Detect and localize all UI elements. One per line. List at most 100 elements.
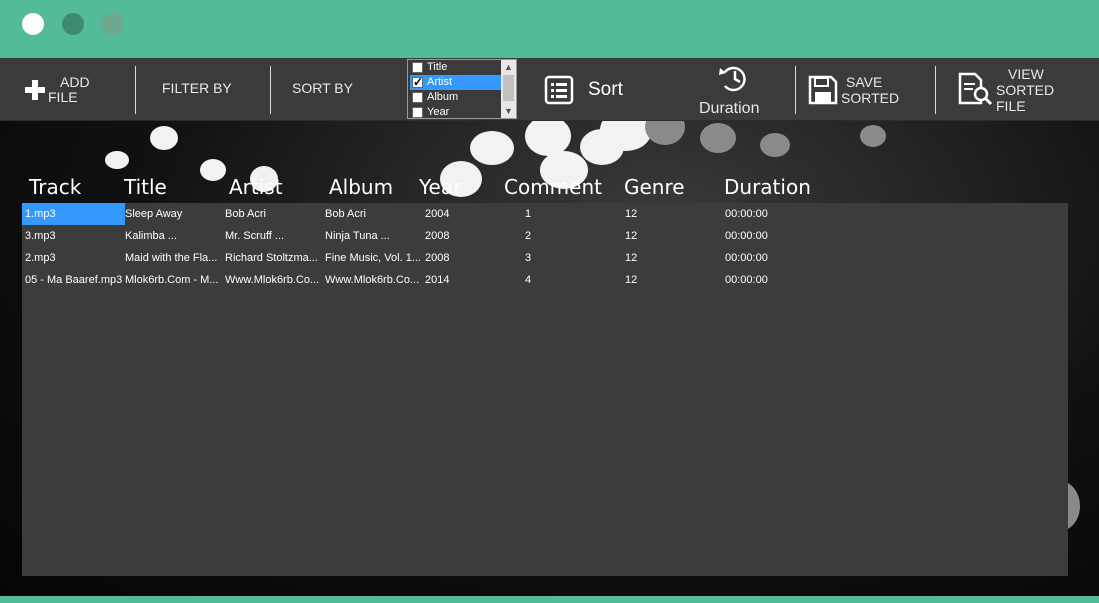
column-header-year[interactable]: Year [419, 175, 461, 199]
toolbar-divider [270, 66, 271, 114]
table-cell-track[interactable]: 3.mp3 [25, 225, 122, 247]
close-window-button[interactable] [22, 13, 44, 35]
bottom-accent-bar [0, 596, 1099, 603]
table-cell-album[interactable]: Bob Acri [325, 203, 421, 225]
sort-field-album[interactable]: Album [410, 90, 502, 105]
table-cell-track[interactable]: 05 - Ma Baaref.mp3 [25, 269, 122, 291]
table-row[interactable]: 2.mp3 Maid with the Fla... Richard Stolt… [22, 247, 1068, 269]
view-sorted-file-button[interactable]: VIEW SORTED FILE [957, 67, 1077, 115]
sort-field-year[interactable]: Year [410, 105, 502, 120]
save-sorted-label-line1: SAVE [846, 74, 883, 90]
table-cell-duration[interactable]: 00:00:00 [725, 203, 815, 225]
scroll-up-icon[interactable]: ▲ [501, 60, 516, 74]
clock-history-icon [719, 66, 746, 92]
toolbar-divider [935, 66, 936, 114]
scroll-down-icon[interactable]: ▼ [501, 104, 516, 118]
list-icon [544, 75, 574, 105]
table-row[interactable]: 05 - Ma Baaref.mp3 Mlok6rb.Com - M... Ww… [22, 269, 1068, 291]
table-cell-track[interactable]: 2.mp3 [25, 247, 122, 269]
bokeh-light [150, 126, 178, 150]
table-cell-year[interactable]: 2008 [425, 225, 505, 247]
table-cell-album[interactable]: Ninja Tuna ... [325, 225, 421, 247]
view-sorted-label-line1: VIEW [1008, 66, 1044, 82]
table-cell-title[interactable]: Sleep Away [125, 203, 221, 225]
toolbar-divider [795, 66, 796, 114]
floppy-disk-icon [808, 75, 838, 105]
table-cell-comment[interactable]: 1 [525, 203, 615, 225]
bokeh-light [760, 133, 790, 157]
table-cell-album[interactable]: Fine Music, Vol. 1... [325, 247, 421, 269]
column-header-duration[interactable]: Duration [724, 175, 811, 199]
column-header-comment[interactable]: Comment [504, 175, 602, 199]
table-cell-genre[interactable]: 12 [625, 203, 715, 225]
sort-field-label: Year [427, 106, 450, 118]
toolbar-divider [135, 66, 136, 114]
sort-field-listbox[interactable]: Title Artist Album Year ▲ ▼ [407, 59, 517, 119]
sort-button-label: Sort [588, 79, 623, 100]
filter-by-button[interactable]: FILTER BY [162, 81, 232, 96]
bokeh-light [700, 123, 736, 153]
table-cell-comment[interactable]: 4 [525, 269, 615, 291]
sort-field-label: Album [427, 91, 459, 103]
toolbar: ADD FILE FILTER BY SORT BY Title Artist … [0, 58, 1099, 121]
sort-field-label: Artist [427, 76, 453, 88]
scroll-thumb[interactable] [503, 75, 514, 101]
column-header-album[interactable]: Album [329, 175, 393, 199]
column-headers: Track Title Artist Album Year Comment Ge… [0, 175, 1099, 201]
table-cell-genre[interactable]: 12 [625, 269, 715, 291]
table-cell-comment[interactable]: 2 [525, 225, 615, 247]
maximize-window-button[interactable] [102, 13, 124, 35]
table-cell-artist[interactable]: Bob Acri [225, 203, 321, 225]
table-cell-artist[interactable]: Richard Stoltzma... [225, 247, 321, 269]
column-header-title[interactable]: Title [124, 175, 167, 199]
save-sorted-button[interactable]: SAVE SORTED [808, 75, 918, 107]
sort-field-artist[interactable]: Artist [410, 75, 502, 90]
duration-button[interactable]: Duration [697, 62, 769, 118]
table-cell-artist[interactable]: Mr. Scruff ... [225, 225, 321, 247]
document-search-icon [958, 72, 993, 106]
table-cell-title[interactable]: Maid with the Fla... [125, 247, 221, 269]
table-cell-album[interactable]: Www.Mlok6rb.Co... [325, 269, 421, 291]
table-cell-duration[interactable]: 00:00:00 [725, 247, 815, 269]
listbox-scrollbar[interactable]: ▲ ▼ [501, 60, 516, 118]
sort-field-album-checkbox[interactable] [412, 92, 423, 103]
bokeh-light [860, 125, 886, 147]
sort-field-title-checkbox[interactable] [412, 62, 423, 73]
table-cell-track[interactable]: 1.mp3 [22, 203, 125, 225]
table-cell-title[interactable]: Kalimba ... [125, 225, 221, 247]
bokeh-light [470, 131, 514, 165]
table-cell-year[interactable]: 2008 [425, 247, 505, 269]
table-cell-comment[interactable]: 3 [525, 247, 615, 269]
table-cell-title[interactable]: Mlok6rb.Com - M... [125, 269, 221, 291]
view-sorted-label-line3: FILE [996, 98, 1026, 114]
save-sorted-label-line2: SORTED [841, 90, 900, 106]
column-header-artist[interactable]: Artist [229, 175, 283, 199]
table-cell-genre[interactable]: 12 [625, 225, 715, 247]
sort-field-artist-checkbox[interactable] [412, 75, 423, 90]
table-cell-genre[interactable]: 12 [625, 247, 715, 269]
table-cell-duration[interactable]: 00:00:00 [725, 269, 815, 291]
table-row[interactable]: 3.mp3 Kalimba ... Mr. Scruff ... Ninja T… [22, 225, 1068, 247]
table-cell-duration[interactable]: 00:00:00 [725, 225, 815, 247]
sort-button[interactable]: Sort [544, 74, 634, 106]
table-cell-artist[interactable]: Www.Mlok6rb.Co... [225, 269, 321, 291]
table-cell-year[interactable]: 2014 [425, 269, 505, 291]
plus-icon [25, 80, 45, 100]
sort-field-year-checkbox[interactable] [412, 107, 423, 118]
add-file-label-line1: ADD [60, 74, 90, 90]
table-cell-year[interactable]: 2004 [425, 203, 505, 225]
table-row[interactable]: 1.mp3 Sleep Away Bob Acri Bob Acri 2004 … [22, 203, 1068, 225]
track-grid[interactable]: 1.mp3 Sleep Away Bob Acri Bob Acri 2004 … [22, 203, 1068, 576]
view-sorted-label-line2: SORTED [996, 82, 1055, 98]
duration-button-label: Duration [699, 100, 760, 117]
minimize-window-button[interactable] [62, 13, 84, 35]
bokeh-light [105, 151, 129, 169]
bokeh-light [645, 121, 685, 145]
column-header-genre[interactable]: Genre [624, 175, 685, 199]
sort-field-title[interactable]: Title [410, 60, 502, 75]
column-header-track[interactable]: Track [29, 175, 81, 199]
title-bar [0, 0, 1099, 58]
add-file-button[interactable]: ADD FILE [22, 75, 122, 107]
sort-field-label: Title [427, 61, 448, 73]
sort-by-label: SORT BY [292, 80, 353, 96]
